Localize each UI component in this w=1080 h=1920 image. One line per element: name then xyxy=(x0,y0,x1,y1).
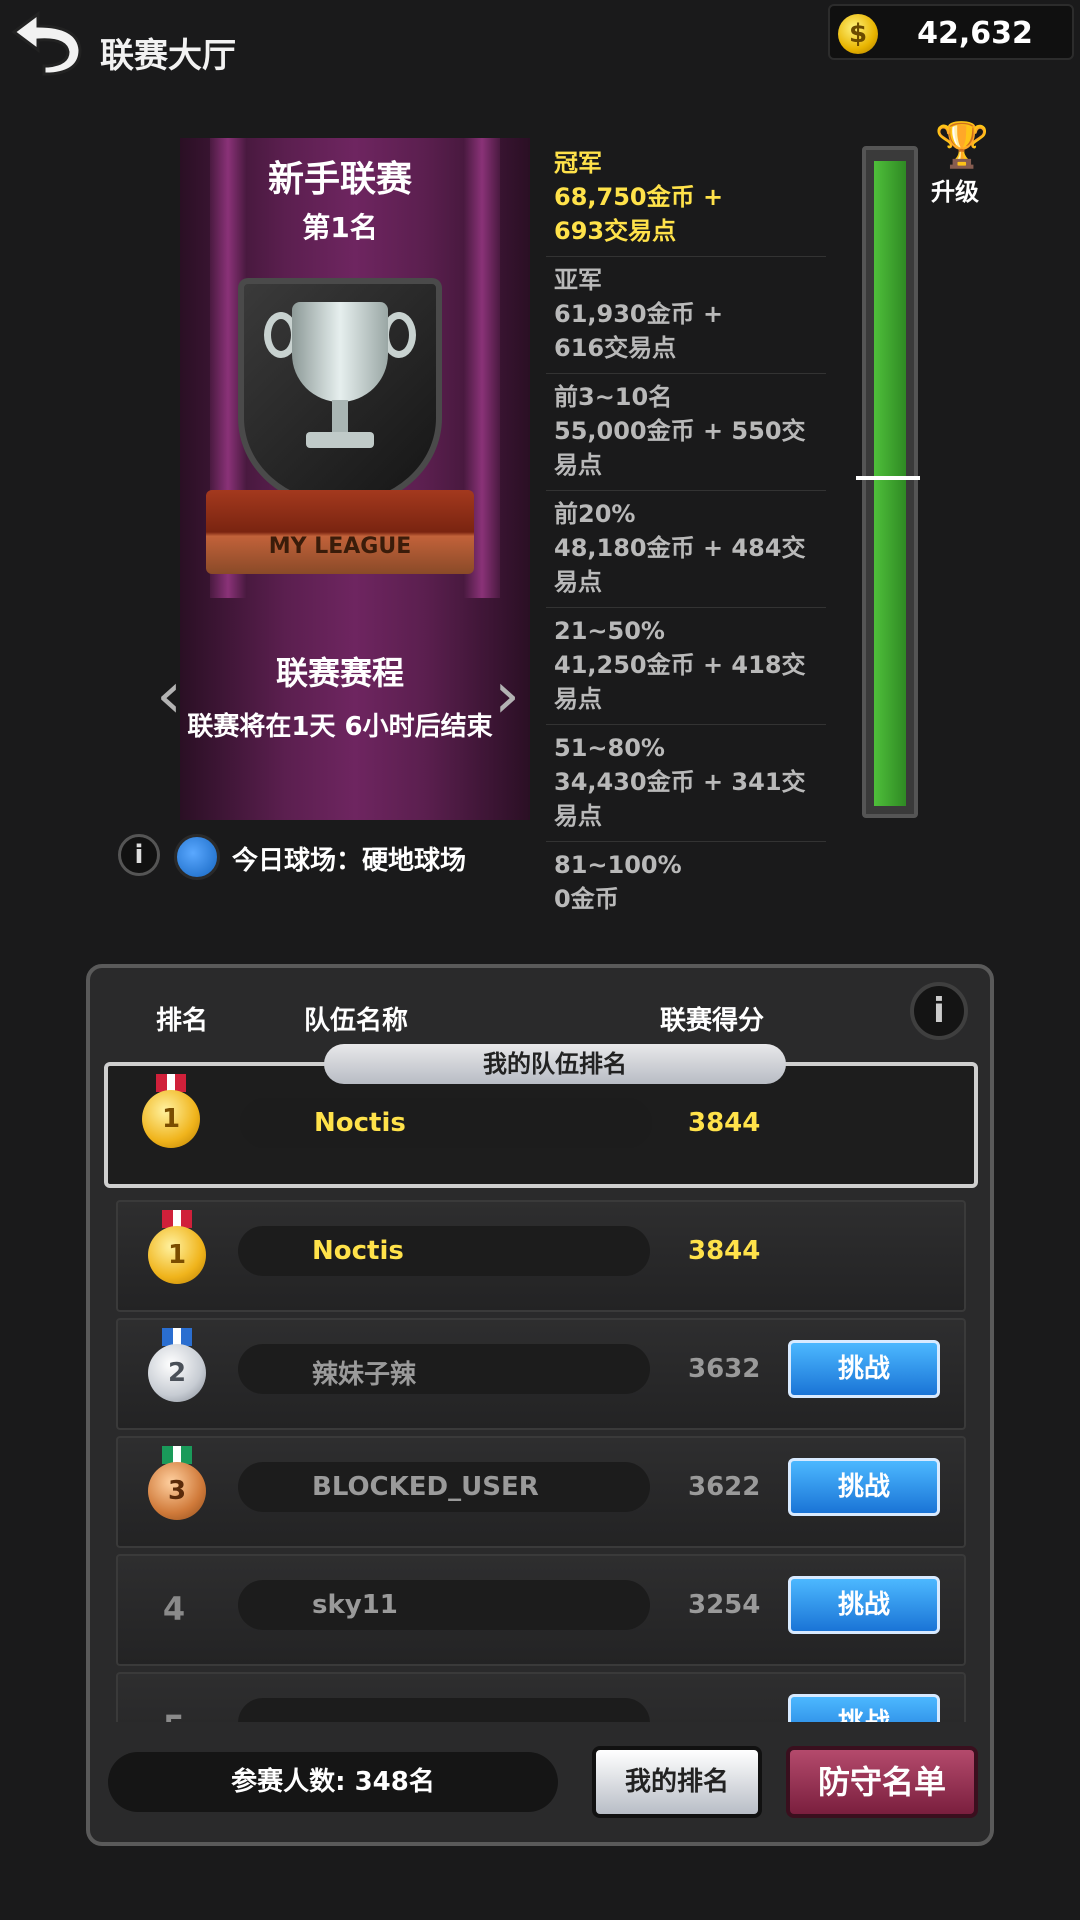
reward-item: 亚军 61,930金币 + 616交易点 xyxy=(546,257,826,374)
table-row[interactable]: 2 辣妹子辣 3632 挑战 xyxy=(116,1318,966,1430)
upgrade-label: 升级 xyxy=(931,178,979,206)
name-pill xyxy=(238,1226,650,1276)
table-row[interactable]: 3 BLOCKED_USER 3622 挑战 xyxy=(116,1436,966,1548)
reward-title: 亚军 xyxy=(554,266,602,294)
challenge-button[interactable]: 挑战 xyxy=(788,1458,940,1516)
rank-number: 5 xyxy=(134,1708,214,1722)
header-bar: 联赛大厅 $ 42,632 xyxy=(0,0,1080,100)
trophy-base xyxy=(306,432,374,448)
table-row[interactable]: 5 挑战 xyxy=(116,1672,966,1722)
reward-title: 51~80% xyxy=(554,734,665,762)
reward-item: 81~100% 0金币 xyxy=(546,842,826,924)
progress-fill xyxy=(874,161,906,806)
trophy-stem xyxy=(332,400,348,434)
reward-title: 81~100% xyxy=(554,851,682,879)
bronze-medal-icon: 3 xyxy=(148,1462,206,1520)
reward-value: 48,180金币 + 484交易点 xyxy=(554,534,806,596)
reward-title: 前3~10名 xyxy=(554,383,673,411)
team-name: 辣妹子辣 xyxy=(312,1360,417,1390)
hard-court-icon xyxy=(174,834,220,880)
reward-item: 冠军 68,750金币 + 693交易点 xyxy=(546,140,826,257)
header-rank: 排名 xyxy=(156,1006,209,1036)
gold-medal-icon: 1 xyxy=(148,1226,206,1284)
trophy-icon xyxy=(292,302,388,402)
reward-title: 前20% xyxy=(554,500,636,528)
team-score: 3254 xyxy=(688,1590,761,1620)
rank-number: 4 xyxy=(162,1590,186,1628)
page-title: 联赛大厅 xyxy=(100,36,236,76)
challenge-button[interactable]: 挑战 xyxy=(788,1694,940,1722)
reward-value-2: 693交易点 xyxy=(554,217,677,245)
name-pill xyxy=(238,1698,650,1722)
schedule-title: 联赛赛程 xyxy=(275,654,404,692)
header-score: 联赛得分 xyxy=(660,1006,765,1036)
team-name: Noctis xyxy=(312,1236,404,1266)
reward-value: 61,930金币 + xyxy=(554,300,724,328)
challenge-button[interactable]: 挑战 xyxy=(788,1340,940,1398)
ranking-list[interactable]: 1 Noctis 3844 2 辣妹子辣 3632 挑战 3 BLOCKED_U… xyxy=(104,1196,978,1722)
reward-value: 34,430金币 + 341交易点 xyxy=(554,768,806,830)
ranking-info-icon[interactable]: i xyxy=(910,982,968,1040)
silver-medal-icon: 2 xyxy=(148,1344,206,1402)
league-rank: 第1名 xyxy=(302,211,378,244)
coin-value: 42,632 xyxy=(917,16,1033,51)
reward-title: 冠军 xyxy=(554,149,602,177)
gold-medal-icon: 1 xyxy=(142,1090,200,1148)
my-team-name: Noctis xyxy=(314,1108,406,1138)
my-rank-button[interactable]: 我的排名 xyxy=(592,1746,762,1818)
league-name: 新手联赛 xyxy=(267,159,412,200)
team-score: 3632 xyxy=(688,1354,761,1384)
name-pill xyxy=(238,1344,650,1394)
court-text: 今日球场：硬地球场 xyxy=(232,846,467,876)
team-score: 3844 xyxy=(688,1236,761,1266)
my-team-rank-tab: 我的队伍排名 xyxy=(324,1044,786,1084)
league-progress-bar xyxy=(856,146,920,818)
reward-item: 前3~10名 55,000金币 + 550交易点 xyxy=(546,374,826,491)
team-score: 3622 xyxy=(688,1472,761,1502)
name-pill xyxy=(238,1580,650,1630)
header-team-name: 队伍名称 xyxy=(304,1006,409,1036)
table-row[interactable]: 1 Noctis 3844 xyxy=(116,1200,966,1312)
team-name: BLOCKED_USER xyxy=(312,1472,539,1502)
coin-balance: $ 42,632 xyxy=(828,4,1074,60)
participant-count: 参赛人数: 348名 xyxy=(108,1752,558,1812)
reward-value: 0金币 xyxy=(554,885,619,913)
reward-value: 41,250金币 + 418交易点 xyxy=(554,651,806,713)
reward-list: 冠军 68,750金币 + 693交易点 亚军 61,930金币 + 616交易… xyxy=(546,140,826,924)
table-row[interactable]: 4 sky11 3254 挑战 xyxy=(116,1554,966,1666)
my-team-score: 3844 xyxy=(688,1108,761,1138)
back-arrow-icon[interactable] xyxy=(8,6,86,76)
court-info-icon[interactable]: i xyxy=(118,834,160,876)
progress-marker xyxy=(856,476,920,480)
defense-list-button[interactable]: 防守名单 xyxy=(786,1746,978,1818)
team-name: sky11 xyxy=(312,1590,398,1620)
plaque-label: MY LEAGUE xyxy=(268,534,412,559)
reward-item: 51~80% 34,430金币 + 341交易点 xyxy=(546,725,826,842)
reward-value: 68,750金币 + xyxy=(554,183,724,211)
challenge-button[interactable]: 挑战 xyxy=(788,1576,940,1634)
reward-value-2: 616交易点 xyxy=(554,334,677,362)
upgrade-trophy-icon: 🏆 xyxy=(934,120,990,171)
reward-item: 前20% 48,180金币 + 484交易点 xyxy=(546,491,826,608)
trophy-shield xyxy=(238,278,442,508)
name-pill xyxy=(240,1098,652,1148)
reward-title: 21~50% xyxy=(554,617,665,645)
schedule-text: 联赛将在1天 6小时后结束 xyxy=(187,712,493,742)
coin-icon: $ xyxy=(838,14,878,54)
league-plaque: MY LEAGUE xyxy=(206,490,474,574)
reward-item: 21~50% 41,250金币 + 418交易点 xyxy=(546,608,826,725)
reward-value: 55,000金币 + 550交易点 xyxy=(554,417,806,479)
